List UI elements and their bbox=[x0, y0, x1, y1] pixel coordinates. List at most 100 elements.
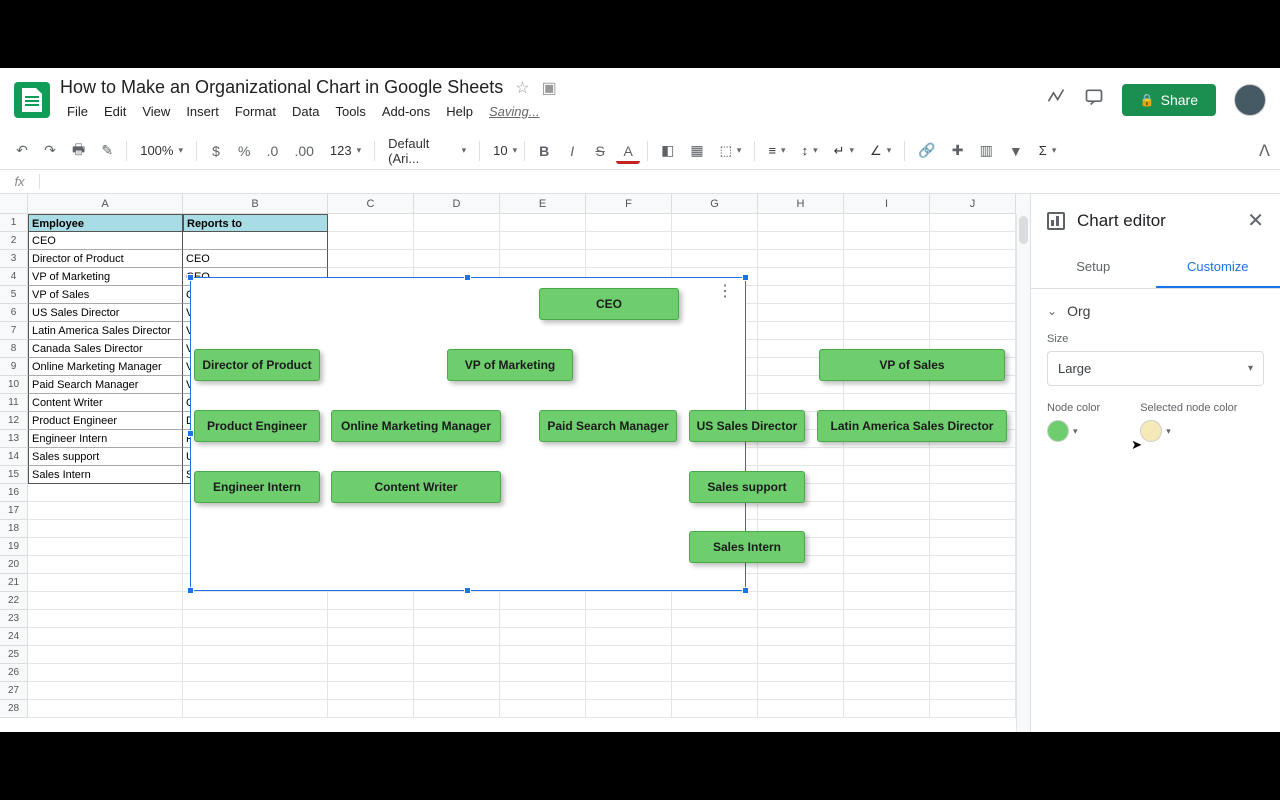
cell[interactable] bbox=[672, 664, 758, 682]
cell[interactable] bbox=[758, 286, 844, 304]
cell[interactable] bbox=[328, 628, 414, 646]
org-node[interactable]: Product Engineer bbox=[194, 410, 320, 442]
cell[interactable] bbox=[500, 232, 586, 250]
cell[interactable] bbox=[844, 592, 930, 610]
cell[interactable] bbox=[844, 502, 930, 520]
row-header[interactable]: 10 bbox=[0, 376, 28, 394]
cell[interactable]: Engineer Intern bbox=[28, 430, 183, 448]
cell[interactable] bbox=[586, 646, 672, 664]
doc-title[interactable]: How to Make an Organizational Chart in G… bbox=[60, 77, 503, 98]
cell[interactable] bbox=[586, 250, 672, 268]
cell[interactable] bbox=[930, 628, 1016, 646]
cell[interactable] bbox=[500, 682, 586, 700]
cell[interactable] bbox=[500, 646, 586, 664]
cell[interactable] bbox=[183, 610, 328, 628]
col-header[interactable]: G bbox=[672, 194, 758, 214]
cell[interactable] bbox=[844, 304, 930, 322]
node-color-picker[interactable]: ▾ bbox=[1047, 420, 1100, 442]
cell[interactable] bbox=[414, 250, 500, 268]
cell[interactable] bbox=[28, 520, 183, 538]
chart-insert-icon[interactable]: ▥ bbox=[974, 137, 999, 164]
cell[interactable] bbox=[844, 466, 930, 484]
dec-increase-icon[interactable]: .00 bbox=[288, 138, 319, 164]
cell[interactable] bbox=[328, 232, 414, 250]
cell[interactable] bbox=[28, 682, 183, 700]
col-header[interactable]: B bbox=[183, 194, 328, 214]
cell[interactable] bbox=[844, 682, 930, 700]
cell[interactable] bbox=[930, 664, 1016, 682]
row-header[interactable]: 7 bbox=[0, 322, 28, 340]
cell[interactable] bbox=[930, 682, 1016, 700]
cell[interactable] bbox=[672, 592, 758, 610]
col-header[interactable]: C bbox=[328, 194, 414, 214]
cell[interactable]: Product Engineer bbox=[28, 412, 183, 430]
cell[interactable] bbox=[672, 232, 758, 250]
cell[interactable] bbox=[500, 664, 586, 682]
col-header[interactable]: F bbox=[586, 194, 672, 214]
cell[interactable] bbox=[586, 628, 672, 646]
cell[interactable] bbox=[328, 700, 414, 718]
menu-file[interactable]: File bbox=[60, 100, 95, 123]
cell[interactable]: Online Marketing Manager bbox=[28, 358, 183, 376]
row-header[interactable]: 25 bbox=[0, 646, 28, 664]
cell[interactable] bbox=[672, 214, 758, 232]
cell[interactable] bbox=[328, 610, 414, 628]
cell[interactable] bbox=[844, 448, 930, 466]
row-header[interactable]: 18 bbox=[0, 520, 28, 538]
cell[interactable]: VP of Marketing bbox=[28, 268, 183, 286]
cell[interactable] bbox=[844, 610, 930, 628]
cell[interactable] bbox=[930, 232, 1016, 250]
cell[interactable] bbox=[758, 628, 844, 646]
dec-decrease-icon[interactable]: .0 bbox=[260, 138, 284, 164]
org-node[interactable]: Paid Search Manager bbox=[539, 410, 677, 442]
move-folder-icon[interactable]: ▣ bbox=[542, 78, 557, 98]
cell[interactable] bbox=[586, 214, 672, 232]
cell[interactable] bbox=[758, 268, 844, 286]
cell[interactable] bbox=[328, 682, 414, 700]
cell[interactable] bbox=[930, 448, 1016, 466]
cell[interactable] bbox=[844, 646, 930, 664]
cell[interactable] bbox=[930, 574, 1016, 592]
tab-customize[interactable]: Customize bbox=[1156, 247, 1280, 288]
menu-tools[interactable]: Tools bbox=[328, 100, 372, 123]
cell[interactable] bbox=[28, 664, 183, 682]
cell[interactable] bbox=[758, 232, 844, 250]
wrap-icon[interactable]: ↵ bbox=[828, 139, 860, 163]
menu-view[interactable]: View bbox=[135, 100, 177, 123]
print-icon[interactable]: 🖶 bbox=[66, 134, 91, 168]
cell[interactable]: US Sales Director bbox=[28, 304, 183, 322]
undo-icon[interactable]: ↶ bbox=[10, 137, 34, 164]
col-header[interactable]: I bbox=[844, 194, 930, 214]
cell[interactable] bbox=[28, 646, 183, 664]
cell[interactable] bbox=[586, 682, 672, 700]
cell[interactable]: Canada Sales Director bbox=[28, 340, 183, 358]
cell[interactable] bbox=[844, 268, 930, 286]
cell[interactable] bbox=[414, 628, 500, 646]
org-chart[interactable]: ⋮ CEODirector of ProductVP of MarketingV… bbox=[190, 277, 746, 591]
cell[interactable] bbox=[930, 538, 1016, 556]
cell[interactable] bbox=[844, 628, 930, 646]
cell[interactable] bbox=[28, 700, 183, 718]
menu-insert[interactable]: Insert bbox=[179, 100, 226, 123]
cell[interactable] bbox=[844, 520, 930, 538]
paint-format-icon[interactable]: ✎ bbox=[95, 137, 119, 164]
cell[interactable] bbox=[844, 250, 930, 268]
rotate-icon[interactable]: ∠ bbox=[864, 139, 897, 163]
col-header[interactable]: H bbox=[758, 194, 844, 214]
cell[interactable] bbox=[28, 610, 183, 628]
org-node[interactable]: Sales Intern bbox=[689, 531, 805, 563]
cell[interactable] bbox=[672, 250, 758, 268]
cell[interactable] bbox=[930, 520, 1016, 538]
activity-icon[interactable] bbox=[1046, 87, 1066, 113]
cell[interactable] bbox=[500, 250, 586, 268]
cell[interactable] bbox=[28, 538, 183, 556]
cell[interactable] bbox=[328, 646, 414, 664]
resize-handle[interactable] bbox=[187, 274, 194, 281]
cell[interactable] bbox=[28, 556, 183, 574]
size-select[interactable]: Large bbox=[1047, 351, 1264, 386]
cell[interactable] bbox=[758, 646, 844, 664]
cell[interactable]: Reports to bbox=[183, 214, 328, 232]
chart-menu-icon[interactable]: ⋮ bbox=[717, 288, 733, 296]
menu-data[interactable]: Data bbox=[285, 100, 326, 123]
cell[interactable] bbox=[758, 682, 844, 700]
